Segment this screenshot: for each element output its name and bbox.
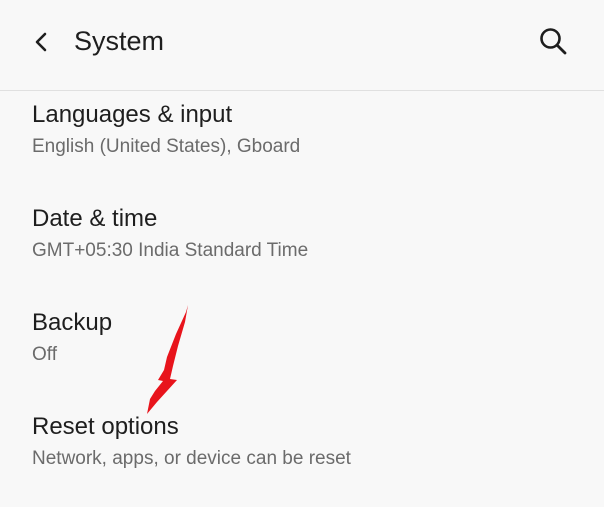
setting-summary: Off	[32, 344, 57, 365]
setting-summary: Network, apps, or device can be reset	[32, 448, 351, 469]
setting-title: Backup	[32, 309, 113, 336]
setting-languages-input[interactable]: Languages & input English (United States…	[0, 91, 604, 195]
setting-title: Languages & input	[32, 101, 233, 128]
back-button[interactable]	[22, 22, 62, 62]
back-arrow-icon	[35, 32, 47, 52]
page-title: System	[74, 26, 165, 56]
setting-title: Reset options	[32, 413, 179, 440]
setting-backup[interactable]: Backup Off	[0, 299, 604, 403]
app-bar: System	[0, 0, 604, 90]
search-button[interactable]	[532, 20, 574, 62]
setting-title: Date & time	[32, 205, 158, 232]
setting-date-time[interactable]: Date & time GMT+05:30 India Standard Tim…	[0, 195, 604, 299]
setting-summary: English (United States), Gboard	[32, 136, 301, 157]
setting-reset-options[interactable]: Reset options Network, apps, or device c…	[0, 403, 604, 507]
setting-summary: GMT+05:30 India Standard Time	[32, 240, 309, 261]
search-icon	[540, 28, 567, 55]
